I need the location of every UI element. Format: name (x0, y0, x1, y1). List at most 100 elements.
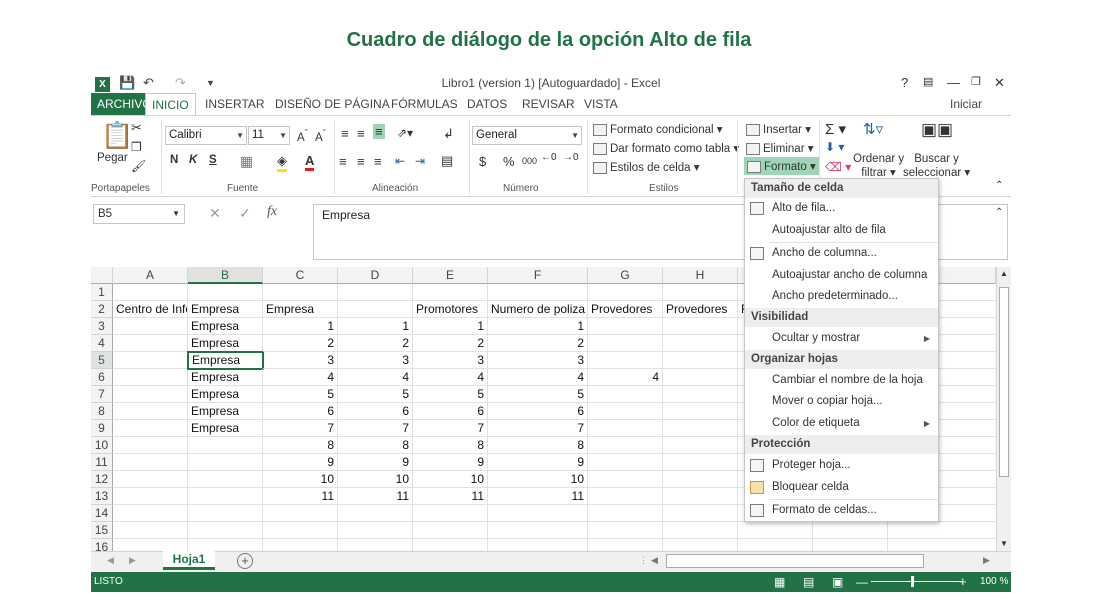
cell-c13[interactable]: 11 (263, 488, 338, 505)
insert-cells-button[interactable]: Insertar ▾ (746, 122, 811, 136)
vertical-scroll-thumb[interactable] (999, 287, 1009, 477)
cell-f8[interactable]: 6 (488, 403, 588, 420)
cell-a2[interactable]: Centro de Información (113, 301, 188, 318)
cell-c7[interactable]: 5 (263, 386, 338, 403)
cell-d6[interactable]: 4 (338, 369, 413, 386)
vertical-scrollbar[interactable]: ▲ ▼ (996, 267, 1011, 552)
borders-icon[interactable]: ▦ (240, 153, 253, 170)
cell-d5[interactable]: 3 (338, 352, 413, 369)
menu-item-autofit-column[interactable]: Autoajustar ancho de columna (745, 265, 938, 286)
cell-c12[interactable]: 10 (263, 471, 338, 488)
cell-d9[interactable]: 7 (338, 420, 413, 437)
cell-b4[interactable]: Empresa (188, 335, 263, 352)
cell-d4[interactable]: 2 (338, 335, 413, 352)
cell-b9[interactable]: Empresa (188, 420, 263, 437)
column-header-a[interactable]: A (113, 267, 188, 284)
row-header[interactable]: 5 (91, 352, 113, 369)
column-header-g[interactable]: G (588, 267, 663, 284)
menu-item-hide-show[interactable]: Ocultar y mostrar ▶ (745, 328, 938, 349)
cell-e2[interactable]: Promotores (413, 301, 488, 318)
column-header-f[interactable]: F (488, 267, 588, 284)
restore-icon[interactable]: ❐ (971, 75, 981, 88)
paste-icon[interactable]: 📋 (101, 120, 133, 151)
cell-c10[interactable]: 8 (263, 437, 338, 454)
column-header-d[interactable]: D (338, 267, 413, 284)
sheet-tab-hoja1[interactable]: Hoja1 (163, 551, 215, 570)
next-sheet-icon[interactable]: ▶ (129, 555, 136, 566)
fill-icon[interactable]: ⬇ ▾ (825, 140, 844, 154)
cell-f3[interactable]: 1 (488, 318, 588, 335)
row-header[interactable]: 11 (91, 454, 113, 471)
cell-b6[interactable]: Empresa (188, 369, 263, 386)
wrap-text-icon[interactable]: ↲ (443, 126, 454, 142)
menu-item-move-copy[interactable]: Mover o copiar hoja... (745, 391, 938, 412)
tab-revisar[interactable]: REVISAR (516, 93, 581, 115)
ribbon-display-icon[interactable]: ▤ (923, 75, 933, 88)
cell-c6[interactable]: 4 (263, 369, 338, 386)
cell-g2[interactable]: Provedores (588, 301, 663, 318)
orientation-icon[interactable]: ⇗▾ (397, 126, 413, 140)
cell-f9[interactable]: 7 (488, 420, 588, 437)
tab-insertar[interactable]: INSERTAR (199, 93, 271, 115)
cell-e3[interactable]: 1 (413, 318, 488, 335)
autosum-icon[interactable]: Σ ▾ (825, 120, 846, 138)
row-header[interactable]: 3 (91, 318, 113, 335)
cell-e8[interactable]: 6 (413, 403, 488, 420)
cell-c2[interactable]: Empresa (263, 301, 338, 318)
row-header[interactable]: 16 (91, 539, 113, 551)
row-header[interactable]: 6 (91, 369, 113, 386)
cell-c8[interactable]: 6 (263, 403, 338, 420)
new-sheet-button[interactable]: + (237, 553, 253, 569)
find-binoculars-icon[interactable]: ▣▣ (921, 120, 953, 140)
cell-f13[interactable]: 11 (488, 488, 588, 505)
cell-d13[interactable]: 11 (338, 488, 413, 505)
zoom-in-icon[interactable]: + (959, 572, 967, 592)
font-name-combo[interactable]: Calibri ▼ (165, 126, 247, 145)
minimize-icon[interactable]: — (947, 75, 960, 90)
align-center-icon[interactable]: ≡ (357, 154, 365, 169)
cell-b5-active[interactable]: Empresa (187, 351, 264, 370)
cell-e9[interactable]: 7 (413, 420, 488, 437)
currency-button[interactable]: $ (479, 154, 486, 169)
cancel-icon[interactable]: ✕ (209, 205, 221, 222)
grow-font-icon[interactable]: Aˆ (297, 128, 308, 144)
sort-filter-icon[interactable]: ⇅▿ (863, 120, 883, 138)
sheet-split-icon[interactable]: ⋮ (639, 555, 648, 566)
prev-sheet-icon[interactable]: ◀ (107, 555, 114, 566)
insert-function-button[interactable]: fx (267, 204, 277, 220)
scroll-left-icon[interactable]: ◀ (651, 555, 658, 566)
thousands-button[interactable]: 000 (522, 156, 537, 166)
tab-vista[interactable]: VISTA (578, 93, 624, 115)
align-top-icon[interactable]: ≡ (341, 126, 349, 141)
cell-e7[interactable]: 5 (413, 386, 488, 403)
decrease-indent-icon[interactable]: ⇤ (395, 154, 405, 168)
zoom-slider[interactable] (871, 581, 963, 582)
font-size-combo[interactable]: 11 ▼ (248, 126, 290, 145)
cell-f10[interactable]: 8 (488, 437, 588, 454)
zoom-out-icon[interactable]: — (856, 572, 868, 592)
cell-f7[interactable]: 5 (488, 386, 588, 403)
row-header[interactable]: 15 (91, 522, 113, 539)
menu-item-autofit-row[interactable]: Autoajustar alto de fila (745, 220, 938, 241)
cell-f2[interactable]: Numero de poliza (488, 301, 588, 318)
font-color-icon[interactable]: A (305, 153, 315, 171)
cell-h2[interactable]: Provedores (663, 301, 738, 318)
cell-f5[interactable]: 3 (488, 352, 588, 369)
cell-d7[interactable]: 5 (338, 386, 413, 403)
cell-c9[interactable]: 7 (263, 420, 338, 437)
shrink-font-icon[interactable]: Aˇ (315, 128, 326, 144)
tab-inicio[interactable]: INICIO (145, 93, 196, 116)
scroll-right-icon[interactable]: ▶ (983, 555, 990, 566)
number-format-combo[interactable]: General ▼ (472, 126, 582, 145)
cell-e11[interactable]: 9 (413, 454, 488, 471)
cell-f11[interactable]: 9 (488, 454, 588, 471)
copy-icon[interactable]: ❐ (131, 140, 142, 154)
align-bottom-icon[interactable]: ≡ (373, 124, 385, 139)
paste-button[interactable]: Pegar (97, 152, 128, 164)
row-header[interactable]: 14 (91, 505, 113, 522)
row-header[interactable]: 9 (91, 420, 113, 437)
delete-cells-button[interactable]: Eliminar ▾ (746, 141, 814, 155)
cell-d3[interactable]: 1 (338, 318, 413, 335)
scroll-up-icon[interactable]: ▲ (1000, 269, 1008, 278)
menu-item-protect-sheet[interactable]: Proteger hoja... (745, 455, 938, 476)
